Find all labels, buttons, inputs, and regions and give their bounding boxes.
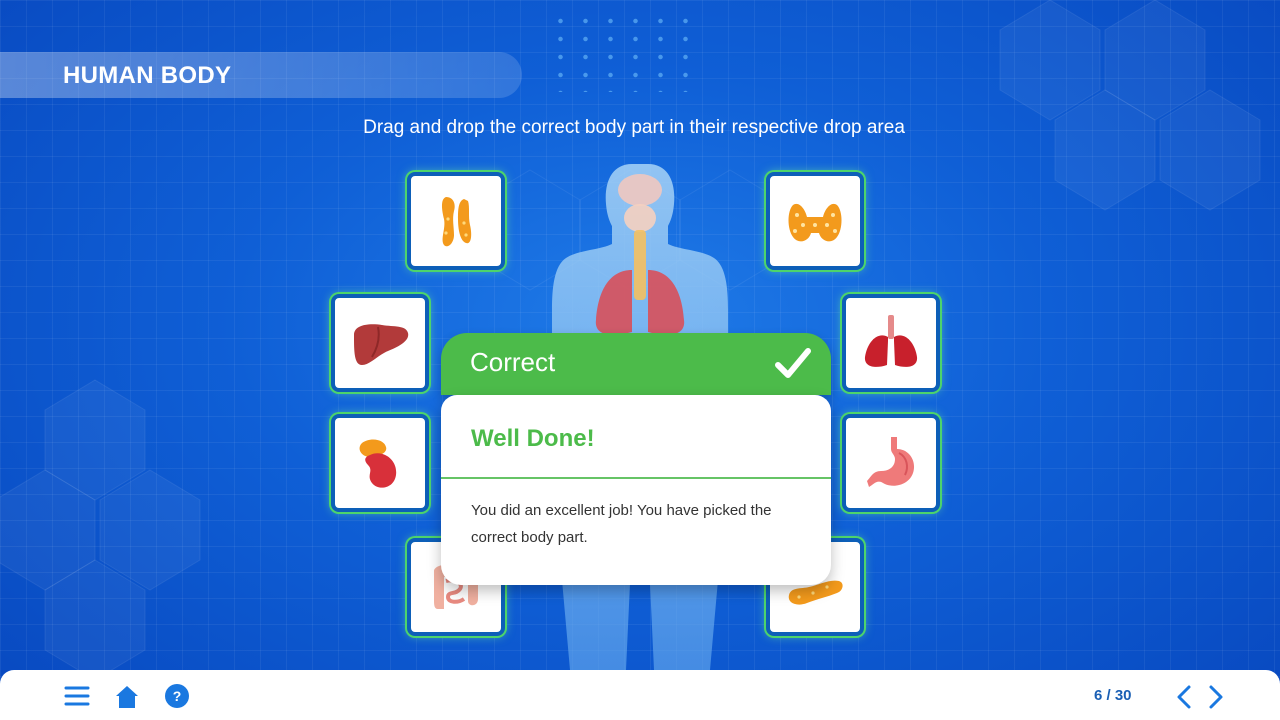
page-title: HUMAN BODY <box>63 62 232 89</box>
lungs-icon <box>864 315 918 367</box>
check-icon <box>775 348 811 378</box>
stomach-icon <box>867 437 915 487</box>
liver-icon <box>354 324 409 365</box>
home-icon[interactable] <box>114 684 140 710</box>
organ-card-pituitary[interactable] <box>407 172 505 270</box>
chevron-right-icon[interactable] <box>1206 684 1226 710</box>
thyroid-icon <box>788 203 842 242</box>
feedback-header: Correct <box>441 333 831 395</box>
organ-card-liver[interactable] <box>331 294 429 392</box>
chevron-left-icon[interactable] <box>1174 684 1194 710</box>
pituitary-icon <box>442 197 472 247</box>
organ-card-thyroid[interactable] <box>766 172 864 270</box>
page-counter: 6 / 30 <box>1094 687 1132 704</box>
help-icon[interactable]: ? <box>164 683 190 709</box>
organ-card-stomach[interactable] <box>842 414 940 512</box>
decorative-dots <box>548 12 708 92</box>
bottom-nav-bar <box>0 670 1280 720</box>
kidney-icon <box>359 439 397 488</box>
organ-card-kidney[interactable] <box>331 414 429 512</box>
feedback-divider <box>441 477 831 479</box>
instruction-text: Drag and drop the correct body part in t… <box>363 117 905 138</box>
feedback-title: Well Done! <box>471 425 595 452</box>
svg-text:?: ? <box>173 688 182 704</box>
feedback-message: You did an excellent job! You have picke… <box>471 502 772 546</box>
feedback-dialog: Well Done! You did an excellent job! You… <box>441 395 831 585</box>
feedback-status: Correct <box>470 347 556 377</box>
menu-icon[interactable] <box>63 684 91 708</box>
organ-card-lungs[interactable] <box>842 294 940 392</box>
